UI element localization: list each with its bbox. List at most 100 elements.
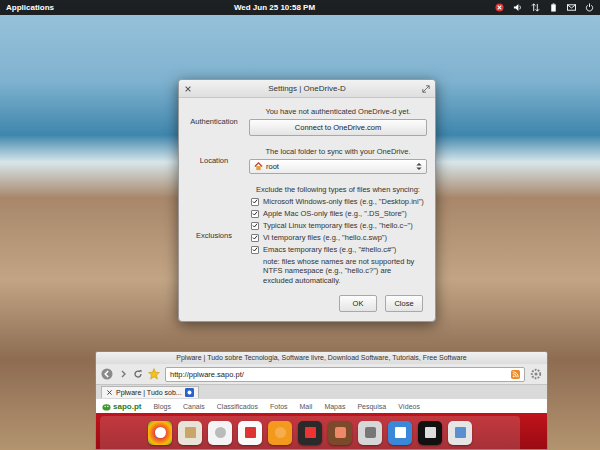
- exclusion-row[interactable]: Vi temporary files (e.g., "hello.c.swp"): [249, 233, 427, 242]
- dropdown-arrows-icon: [416, 162, 422, 171]
- browser-title: Pplware | Tudo sobre Tecnologia, Softwar…: [96, 352, 547, 364]
- site-nav-link[interactable]: Pesquisa: [357, 403, 386, 410]
- dialog-body: Authentication You have not authenticated…: [179, 98, 435, 293]
- section-label: Location: [185, 147, 243, 174]
- checkbox[interactable]: [251, 210, 259, 218]
- exclusion-row[interactable]: Emacs temporary files (e.g., "#hello.c#"…: [249, 245, 427, 254]
- check-icon: [252, 198, 258, 205]
- checkbox[interactable]: [251, 198, 259, 206]
- exclusion-label: Vi temporary files (e.g., "hello.c.swp"): [263, 233, 387, 242]
- dock-glyph: [155, 427, 166, 438]
- bookmark-star-icon: [148, 368, 160, 380]
- site-nav-link[interactable]: Fotos: [270, 403, 288, 410]
- maximize-icon: [422, 85, 430, 93]
- dock-glyph: [425, 427, 436, 438]
- exclusion-row[interactable]: Apple Mac OS-only files (e.g., ".DS_Stor…: [249, 209, 427, 218]
- mail-icon: [567, 3, 576, 12]
- site-logo[interactable]: sapo.pt: [102, 402, 141, 411]
- dock-glyph: [275, 427, 286, 438]
- checkbox[interactable]: [251, 234, 259, 242]
- url-field[interactable]: http://pplware.sapo.pt/: [165, 367, 525, 382]
- dock-glyph: [455, 427, 466, 438]
- dock-glyph: [335, 427, 346, 438]
- video-icon[interactable]: [298, 421, 322, 445]
- chat-icon[interactable]: [208, 421, 232, 445]
- settings-icon[interactable]: [358, 421, 382, 445]
- dock-glyph: [395, 427, 406, 438]
- check-icon: [252, 222, 258, 229]
- photos-icon[interactable]: [328, 421, 352, 445]
- music-icon[interactable]: [268, 421, 292, 445]
- auth-message: You have not authenticated OneDrive-d ye…: [249, 107, 427, 116]
- section-label: Exclusions: [185, 185, 243, 285]
- dock-glyph: [215, 427, 226, 438]
- window-icon[interactable]: [448, 421, 472, 445]
- mail-icon[interactable]: [178, 421, 202, 445]
- download-icon[interactable]: [388, 421, 412, 445]
- dock-glyph: [185, 427, 196, 438]
- clock[interactable]: Wed Jun 25 10:58 PM: [234, 3, 315, 12]
- close-icon: [184, 85, 192, 93]
- dialog-button[interactable]: Close: [385, 295, 423, 312]
- dialog-footer: OK Close: [179, 293, 435, 321]
- site-nav-link[interactable]: Blogs: [153, 403, 171, 410]
- dialog-button[interactable]: OK: [339, 295, 377, 312]
- dock-glyph: [245, 427, 256, 438]
- power-icon: [585, 3, 594, 12]
- exclusions-heading: Exclude the following types of files whe…: [249, 185, 427, 194]
- check-icon: [252, 246, 258, 253]
- url-text: http://pplware.sapo.pt/: [170, 370, 244, 379]
- rss-icon: [511, 370, 520, 379]
- site-nav-link[interactable]: Vídeos: [398, 403, 420, 410]
- browser-tab[interactable]: Pplware | Tudo sob...: [101, 386, 199, 398]
- applications-menu[interactable]: Applications: [6, 3, 54, 12]
- settings-dialog: Settings | OneDrive-D Authentication You h…: [178, 79, 436, 322]
- battery-icon: [549, 3, 558, 12]
- exclusion-label: Typical Linux temporary files (e.g., "he…: [263, 221, 413, 230]
- home-icon: [254, 162, 263, 171]
- connect-button[interactable]: Connect to OneDrive.com: [249, 119, 427, 136]
- dock-glyph: [305, 427, 316, 438]
- forward-icon: [118, 369, 128, 379]
- sapo-logo-icon: [102, 402, 111, 411]
- site-nav-link[interactable]: Canais: [183, 403, 205, 410]
- exclusion-label: Emacs temporary files (e.g., "#hello.c#"…: [263, 245, 396, 254]
- site-favicon-icon: [185, 388, 194, 397]
- gear-icon: [530, 368, 542, 380]
- top-panel: Applications Wed Jun 25 10:58 PM: [0, 0, 600, 15]
- checkbox[interactable]: [251, 222, 259, 230]
- desktop: Applications Wed Jun 25 10:58 PM Settings …: [0, 0, 600, 450]
- exclusion-row[interactable]: Microsoft Windows-only files (e.g., "Des…: [249, 197, 427, 206]
- dialog-title: Settings | OneDrive-D: [268, 84, 346, 93]
- check-icon: [252, 210, 258, 217]
- site-nav-link[interactable]: Mail: [300, 403, 313, 410]
- folder-value: root: [266, 162, 413, 171]
- location-message: The local folder to sync with your OneDr…: [249, 147, 427, 156]
- back-icon: [101, 368, 113, 380]
- terminal-icon[interactable]: [418, 421, 442, 445]
- browser-icon[interactable]: [148, 421, 172, 445]
- exclusions-note: note: files whose names are not supporte…: [249, 257, 427, 285]
- network-icon: [531, 3, 540, 12]
- exclusion-row[interactable]: Typical Linux temporary files (e.g., "he…: [249, 221, 427, 230]
- site-header: sapo.pt Blogs Canais Classificados Fotos Mail…: [96, 399, 547, 413]
- dock-glyph: [365, 427, 376, 438]
- section-label: Authentication: [185, 107, 243, 136]
- volume-icon: [513, 3, 522, 12]
- authentication-section: You have not authenticated OneDrive-d ye…: [249, 107, 427, 136]
- tab-close-icon: [106, 389, 113, 396]
- location-section: The local folder to sync with your OneDr…: [249, 147, 427, 174]
- indicators: [495, 3, 594, 12]
- check-icon: [252, 234, 258, 241]
- reload-icon: [133, 369, 143, 379]
- browser-toolbar: http://pplware.sapo.pt/: [96, 364, 547, 384]
- site-nav-link[interactable]: Mapas: [324, 403, 345, 410]
- exclusion-label: Microsoft Windows-only files (e.g., "Des…: [263, 197, 424, 206]
- calendar-icon[interactable]: [238, 421, 262, 445]
- tab-bar: Pplware | Tudo sob...: [96, 384, 547, 399]
- checkbox[interactable]: [251, 246, 259, 254]
- exclusion-label: Apple Mac OS-only files (e.g., ".DS_Stor…: [263, 209, 407, 218]
- dialog-titlebar: Settings | OneDrive-D: [179, 80, 435, 98]
- folder-dropdown[interactable]: root: [249, 159, 427, 174]
- site-nav-link[interactable]: Classificados: [217, 403, 258, 410]
